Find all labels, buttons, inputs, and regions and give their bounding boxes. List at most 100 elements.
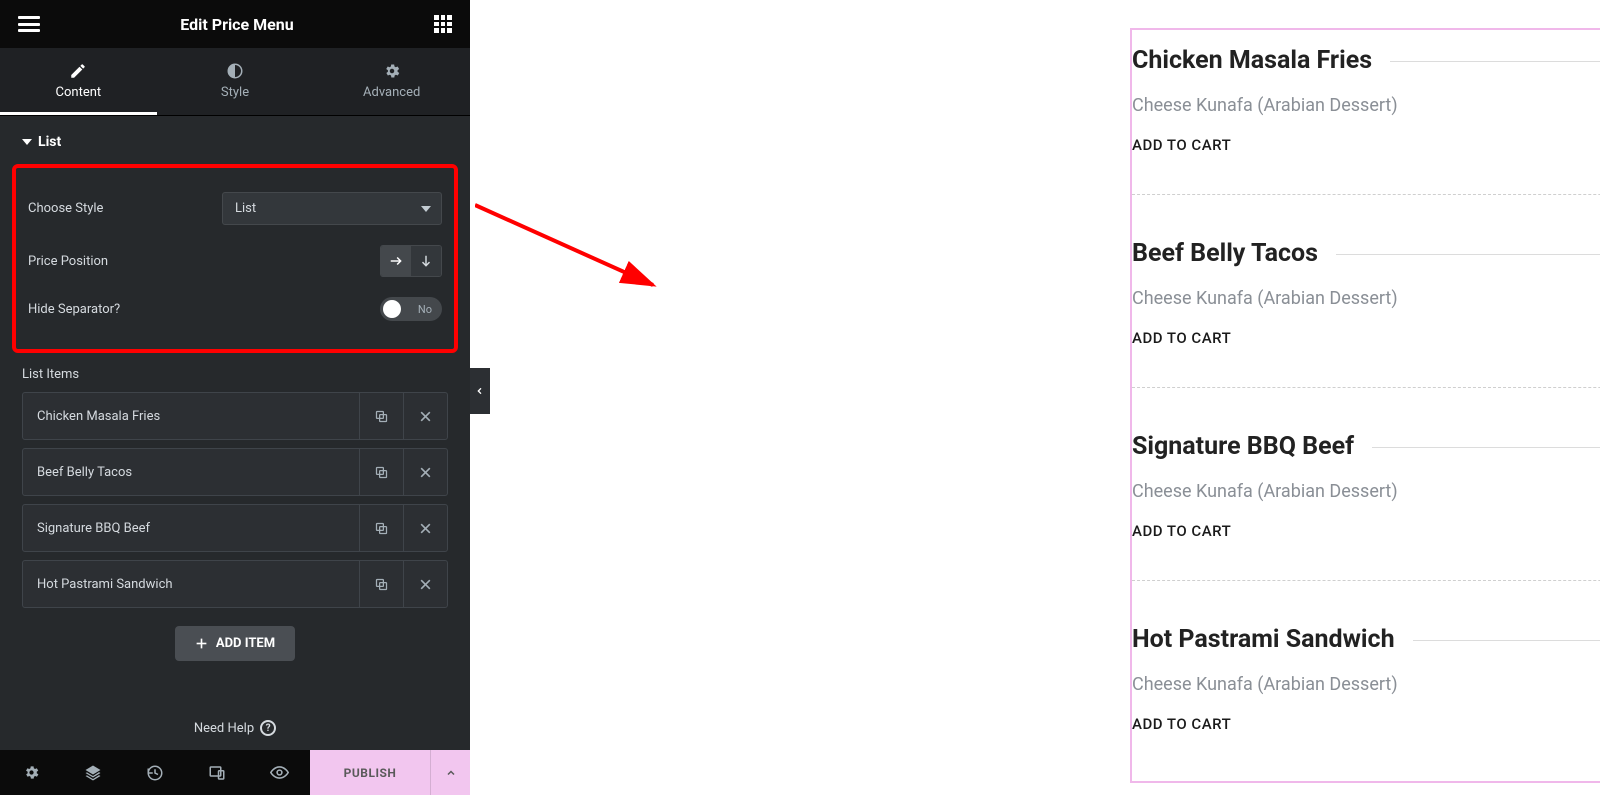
footer-responsive-button[interactable] — [186, 750, 248, 795]
remove-button[interactable] — [403, 393, 447, 439]
arrow-right-icon — [388, 254, 404, 268]
menu-item-title: Beef Belly Tacos — [1132, 239, 1318, 268]
footer-history-button[interactable] — [124, 750, 186, 795]
gear-icon — [23, 764, 40, 781]
price-position-buttons — [380, 245, 442, 277]
menu-item-separator — [1372, 447, 1600, 448]
menu-item-description: Cheese Kunafa (Arabian Dessert) — [1132, 674, 1600, 695]
highlighted-controls: Choose Style List Price Position — [12, 164, 458, 353]
menu-item-title: Signature BBQ Beef — [1132, 432, 1354, 461]
help-icon: ? — [260, 720, 276, 736]
layers-icon — [84, 764, 102, 782]
widgets-grid-icon[interactable] — [434, 15, 452, 33]
close-icon — [419, 522, 432, 535]
toggle-knob — [383, 300, 401, 318]
menu-icon[interactable] — [18, 16, 40, 32]
menu-item-title: Chicken Masala Fries — [1132, 46, 1372, 75]
remove-button[interactable] — [403, 449, 447, 495]
add-item-label: ADD ITEM — [216, 636, 275, 651]
publish-group: PUBLISH — [310, 750, 470, 795]
control-price-position: Price Position — [28, 235, 442, 287]
panel-tabs: Content Style Advanced — [0, 48, 470, 116]
menu-item-description: Cheese Kunafa (Arabian Dessert) — [1132, 288, 1600, 309]
menu-item: Signature BBQ Beef $12.48 Cheese Kunafa … — [1132, 416, 1600, 581]
duplicate-button[interactable] — [359, 449, 403, 495]
devices-icon — [208, 764, 226, 782]
duplicate-button[interactable] — [359, 505, 403, 551]
tab-advanced[interactable]: Advanced — [313, 48, 470, 115]
copy-icon — [374, 521, 389, 536]
menu-item: Hot Pastrami Sandwich $12.48 Cheese Kuna… — [1132, 609, 1600, 773]
repeater-item: Hot Pastrami Sandwich — [22, 560, 448, 608]
repeater-item: Chicken Masala Fries — [22, 392, 448, 440]
collapse-sidebar-handle[interactable] — [470, 368, 490, 414]
add-item-button[interactable]: ADD ITEM — [175, 626, 295, 661]
tab-content[interactable]: Content — [0, 48, 157, 115]
editor-sidebar: Edit Price Menu Content Style Advanced L… — [0, 0, 470, 795]
control-hide-separator: Hide Separator? No — [28, 287, 442, 331]
sidebar-footer: PUBLISH — [0, 750, 470, 795]
repeater-item: Signature BBQ Beef — [22, 504, 448, 552]
footer-navigator-button[interactable] — [62, 750, 124, 795]
hide-separator-toggle[interactable]: No — [380, 297, 442, 321]
hide-separator-label: Hide Separator? — [28, 302, 120, 317]
need-help-link[interactable]: Need Help ? — [0, 706, 470, 750]
panel-title: Edit Price Menu — [40, 15, 434, 34]
annotation-arrow — [475, 185, 675, 315]
eye-icon — [270, 763, 289, 782]
add-to-cart-link[interactable]: ADD TO CART — [1132, 715, 1600, 733]
menu-item-separator — [1336, 254, 1600, 255]
close-icon — [419, 466, 432, 479]
footer-settings-button[interactable] — [0, 750, 62, 795]
contrast-icon — [226, 62, 244, 80]
widget-preview[interactable]: Chicken Masala Fries $12.48 Cheese Kunaf… — [1130, 28, 1600, 783]
copy-icon — [374, 577, 389, 592]
control-choose-style: Choose Style List — [28, 182, 442, 235]
add-to-cart-link[interactable]: ADD TO CART — [1132, 329, 1600, 347]
price-position-right[interactable] — [381, 246, 411, 276]
menu-item: Beef Belly Tacos $12.48 Cheese Kunafa (A… — [1132, 223, 1600, 388]
panel-body: List Choose Style List Price Position — [0, 116, 470, 706]
tab-style-label: Style — [221, 85, 249, 100]
add-to-cart-link[interactable]: ADD TO CART — [1132, 136, 1600, 154]
close-icon — [419, 410, 432, 423]
choose-style-label: Choose Style — [28, 201, 103, 216]
chevron-up-icon — [445, 767, 457, 779]
history-icon — [146, 764, 164, 782]
choose-style-value: List — [235, 201, 256, 216]
chevron-left-icon — [476, 386, 484, 396]
tab-advanced-label: Advanced — [363, 85, 420, 100]
duplicate-button[interactable] — [359, 561, 403, 607]
close-icon — [419, 578, 432, 591]
menu-item-separator — [1390, 61, 1600, 62]
gear-icon — [383, 62, 401, 80]
pencil-icon — [69, 62, 87, 80]
repeater-item-title[interactable]: Hot Pastrami Sandwich — [23, 563, 359, 606]
plus-icon — [195, 637, 208, 650]
caret-down-icon — [22, 139, 32, 145]
footer-preview-button[interactable] — [248, 750, 310, 795]
list-items-label: List Items — [10, 363, 460, 392]
repeater-item-title[interactable]: Signature BBQ Beef — [23, 507, 359, 550]
repeater-list: Chicken Masala Fries Beef Belly Tacos Si… — [10, 392, 460, 608]
duplicate-button[interactable] — [359, 393, 403, 439]
chevron-down-icon — [421, 206, 431, 212]
repeater-item-title[interactable]: Beef Belly Tacos — [23, 451, 359, 494]
preview-canvas: Chicken Masala Fries $12.48 Cheese Kunaf… — [470, 0, 1600, 795]
tab-style[interactable]: Style — [157, 48, 314, 115]
menu-item-description: Cheese Kunafa (Arabian Dessert) — [1132, 481, 1600, 502]
menu-item-separator — [1413, 640, 1600, 641]
publish-options-button[interactable] — [430, 750, 470, 795]
repeater-item-title[interactable]: Chicken Masala Fries — [23, 395, 359, 438]
need-help-label: Need Help — [194, 721, 254, 736]
copy-icon — [374, 409, 389, 424]
sidebar-header: Edit Price Menu — [0, 0, 470, 48]
publish-button[interactable]: PUBLISH — [310, 750, 430, 795]
section-list-toggle[interactable]: List — [10, 116, 460, 164]
arrow-down-icon — [419, 253, 433, 269]
price-position-down[interactable] — [411, 246, 441, 276]
choose-style-select[interactable]: List — [222, 192, 442, 225]
add-to-cart-link[interactable]: ADD TO CART — [1132, 522, 1600, 540]
remove-button[interactable] — [403, 505, 447, 551]
remove-button[interactable] — [403, 561, 447, 607]
